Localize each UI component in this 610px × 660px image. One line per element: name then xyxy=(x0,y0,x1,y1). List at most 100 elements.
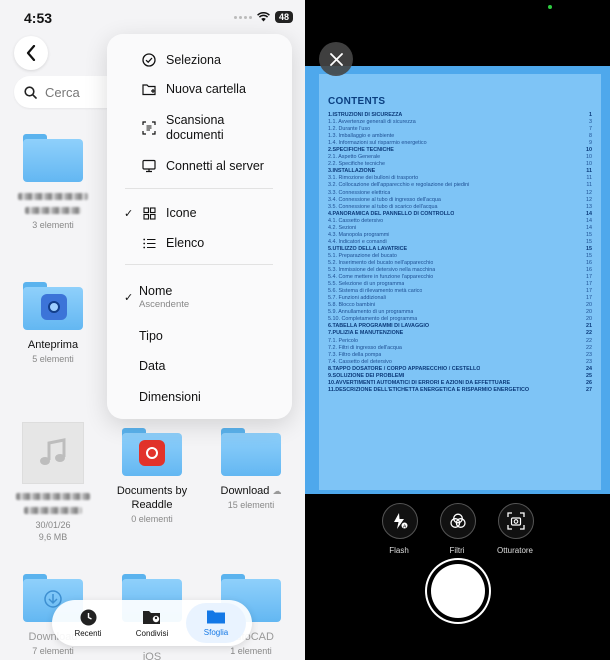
toc-entry-title: 3.4. Connessione al tubo di ingresso del… xyxy=(328,196,441,203)
toc-entry-title: 1.3. Imballaggio e ambiente xyxy=(328,133,395,140)
file-item[interactable]: 30/01/26 9,6 MB xyxy=(8,422,98,542)
menu-item-label: Tipo xyxy=(139,329,163,343)
auto-capture-icon xyxy=(507,512,525,530)
toc-entry-page: 14 xyxy=(586,210,592,217)
toc-entry: 6.TABELLA PROGRAMMI DI LAVAGGIO 21 xyxy=(328,323,592,330)
file-item[interactable]: 3 elementi xyxy=(8,134,98,230)
toc-entry: 5.5. Selezione di un programma 17 xyxy=(328,281,592,288)
toc-entry-page: 9 xyxy=(589,140,592,147)
menu-item-sort-size[interactable]: Dimensioni xyxy=(107,387,292,407)
filters-button[interactable] xyxy=(440,503,476,539)
toc-entry: 4.1. Cassetto detersivo 14 xyxy=(328,218,592,225)
toc-entry: 7.3. Filtro della pompa 23 xyxy=(328,352,592,359)
filters-icon xyxy=(450,513,466,528)
file-meta: 7 elementi xyxy=(32,646,74,656)
menu-item-connect-server[interactable]: Connetti al server xyxy=(107,156,292,176)
menu-item-list-view[interactable]: Elenco xyxy=(107,233,292,253)
toc-entry-page: 16 xyxy=(586,267,592,274)
back-button[interactable] xyxy=(14,36,48,70)
toc-entry-page: 3 xyxy=(589,119,592,126)
shutter-button[interactable] xyxy=(431,564,485,618)
toc-entry-title: 5.1. Preparazione del bucato xyxy=(328,252,397,259)
file-date: 30/01/26 xyxy=(35,520,71,530)
file-item[interactable]: Download ☁ 15 elementi xyxy=(206,428,296,510)
menu-item-sort-date[interactable]: Data xyxy=(107,356,292,376)
toc-entry-page: 11 xyxy=(586,175,592,182)
toc-entry-title: 5.6. Sistema di rilevamento metà carico xyxy=(328,288,423,295)
search-placeholder: Cerca xyxy=(45,84,80,100)
toc-entry: 7.4. Cassetto del detersivo 23 xyxy=(328,359,592,366)
toc-entry-title: 4.1. Cassetto detersivo xyxy=(328,217,384,224)
toc-entry-page: 11 xyxy=(586,168,592,175)
menu-item-label: Icone xyxy=(166,205,197,220)
toc-entry: 5.4. Come mettere in funzione l'apparecc… xyxy=(328,274,592,281)
search-icon xyxy=(24,85,37,99)
toc-entry: 5.8. Blocco bambini 20 xyxy=(328,302,592,309)
flash-button[interactable]: A xyxy=(382,503,418,539)
toc-entry-page: 22 xyxy=(586,344,592,351)
file-item[interactable]: Documents by Readdle 0 elementi xyxy=(107,428,197,524)
detected-document-overlay: CONTENTS 1.ISTRUZIONI DI SICUREZZA 1 1.1. … xyxy=(319,74,601,490)
toc-entry: 7.1. Pericolo 22 xyxy=(328,338,592,345)
toc-entry-page: 14 xyxy=(586,224,592,231)
audio-file-thumbnail xyxy=(22,422,84,484)
cloud-download-icon: ☁ xyxy=(272,486,282,496)
menu-item-scan-documents[interactable]: Scansiona documenti xyxy=(107,112,292,144)
toc-entry-page: 13 xyxy=(586,203,592,210)
menu-item-label: Connetti al server xyxy=(166,158,264,173)
shutter-mode-button[interactable] xyxy=(498,503,534,539)
toc-entry: 9.SOLUZIONE DEI PROBLEMI 25 xyxy=(328,373,592,380)
toc-entry: 1.2. Durante l'uso 7 xyxy=(328,126,592,133)
menu-item-sort-name[interactable]: ✓ Nome Ascendente xyxy=(107,282,292,312)
file-size: 9,6 MB xyxy=(38,532,68,542)
toc-entry: 3.3. Connessione elettrica 12 xyxy=(328,190,592,197)
menu-item-icons-view[interactable]: ✓ Icone xyxy=(107,203,292,223)
clock-icon xyxy=(80,609,96,625)
toc-entry: 2.SPECIFICHE TECNICHE 10 xyxy=(328,147,592,154)
tab-recents[interactable]: Recenti xyxy=(58,603,118,643)
menu-item-sort-type[interactable]: Tipo xyxy=(107,326,292,346)
document-heading: CONTENTS xyxy=(328,96,386,107)
toc-entry: 5.3. Immissione del detersivo nella macc… xyxy=(328,267,592,274)
menu-item-new-folder[interactable]: Nuova cartella xyxy=(107,79,292,99)
toc-entry-title: 4.3. Manopola programmi xyxy=(328,231,390,238)
toc-entry: 4.3. Manopola programmi 15 xyxy=(328,232,592,239)
status-time: 4:53 xyxy=(24,10,53,26)
toc-entry: 1.1. Avvertenze generali di sicurezza 3 xyxy=(328,119,592,126)
toc-entry: 3.5. Connessione al tubo di scarico dell… xyxy=(328,204,592,211)
toc-entry-page: 15 xyxy=(586,231,592,238)
toc-entry: 7.PULIZIA E MANUTENZIONE 22 xyxy=(328,330,592,337)
toc-entry-title: 2.2. Specifiche tecniche xyxy=(328,161,385,168)
toc-entry: 3.4. Connessione al tubo di ingresso del… xyxy=(328,197,592,204)
file-meta: 1 elementi xyxy=(230,646,272,656)
sort-direction: Ascendente xyxy=(139,299,190,310)
toc-entry-page: 1 xyxy=(589,112,592,118)
folder-filled-icon xyxy=(207,610,225,624)
grid-icon xyxy=(141,205,157,221)
tab-browse[interactable]: Sfoglia xyxy=(186,603,246,643)
menu-item-select[interactable]: Seleziona xyxy=(107,50,292,70)
file-item[interactable]: Anteprima 5 elementi xyxy=(8,282,98,364)
toc-entry-page: 23 xyxy=(586,358,592,365)
file-meta: 0 elementi xyxy=(131,514,173,524)
menu-separator xyxy=(125,188,273,189)
toc-entry: 2.2. Specifiche tecniche 10 xyxy=(328,161,592,168)
close-button[interactable] xyxy=(319,42,353,76)
menu-separator xyxy=(125,264,273,265)
toc-entry: 1.3. Imballaggio e ambiente 8 xyxy=(328,133,592,140)
toc-entry-page: 16 xyxy=(586,259,592,266)
file-meta: 5 elementi xyxy=(32,354,74,364)
shutter-mode-label: Otturatore xyxy=(496,546,533,555)
toc-entry: 5.UTILIZZO DELLA LAVATRICE 15 xyxy=(328,246,592,253)
toc-entry-title: 5.7. Funzioni addizionali xyxy=(328,295,386,302)
toc-entry: 8.TAPPO DOSATORE / CORPO APPARECCHIO / C… xyxy=(328,366,592,373)
toc-entry-title: 7.PULIZIA E MANUTENZIONE xyxy=(328,330,404,337)
tab-bar: Recenti Condivisi Sfoglia xyxy=(52,600,252,646)
toc-entry-title: 3.2. Collocazione dell'apparecchio e reg… xyxy=(328,182,470,189)
toc-entry-title: 4.2. Sezioni xyxy=(328,224,357,231)
preview-app-icon xyxy=(41,294,67,320)
toc-entry-title: 4.4. Indicatori e comandi xyxy=(328,238,387,245)
tab-shared[interactable]: Condivisi xyxy=(122,603,182,643)
toc-entry-page: 22 xyxy=(586,337,592,344)
battery-icon: 48 xyxy=(274,11,293,23)
